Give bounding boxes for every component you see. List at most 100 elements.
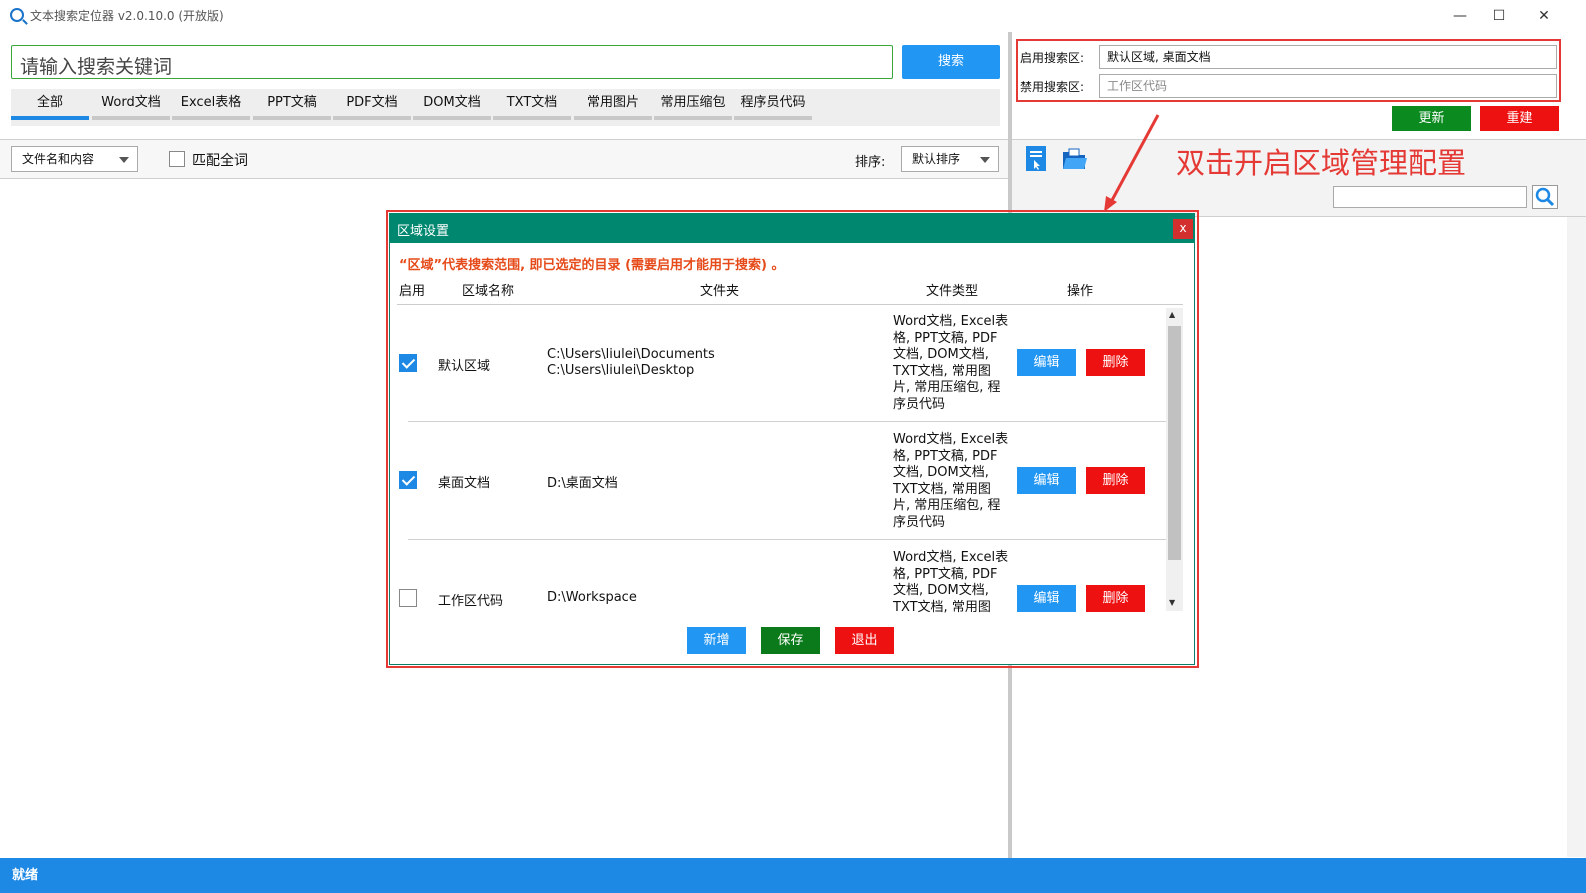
type-line: 格, PPT文稿, PDF (893, 566, 998, 582)
sort-select-value: 默认排序 (912, 152, 961, 166)
header-folder: 文件夹 (700, 284, 740, 299)
minimize-button[interactable]: — (1438, 4, 1482, 28)
search-icon (1535, 187, 1555, 207)
tab-ppt[interactable]: PPT文稿 (253, 89, 331, 126)
zone-name: 桌面文档 (438, 476, 491, 491)
tab-images[interactable]: 常用图片 (574, 89, 652, 126)
enabled-zones-field[interactable]: 默认区域, 桌面文档 (1099, 45, 1557, 69)
add-zone-button[interactable]: 新增 (687, 627, 746, 654)
rebuild-button[interactable]: 重建 (1480, 106, 1559, 131)
preview-scrollbar[interactable] (1567, 217, 1586, 857)
type-line: 文档, DOM文档, (893, 465, 989, 480)
type-line: TXT文档, 常用图 (893, 363, 991, 379)
status-text: 就绪 (12, 868, 39, 883)
scope-select-value: 文件名和内容 (22, 152, 95, 166)
zone-name: 工作区代码 (438, 594, 504, 609)
chevron-down-icon (119, 157, 129, 163)
row-enable-checkbox[interactable] (399, 471, 417, 489)
match-whole-label: 匹配全词 (192, 153, 248, 169)
title-bar (0, 0, 1586, 32)
scroll-up-icon[interactable]: ▲ (1169, 310, 1175, 319)
type-line: 文档, DOM文档, (893, 583, 989, 598)
search-button[interactable]: 搜索 (902, 45, 1000, 79)
tab-archives[interactable]: 常用压缩包 (654, 89, 732, 126)
scroll-down-icon[interactable]: ▼ (1169, 598, 1175, 607)
header-zone-name: 区域名称 (462, 284, 515, 299)
header-divider (397, 304, 1183, 305)
exit-button[interactable]: 退出 (835, 627, 894, 654)
tab-label: DOM文档 (423, 95, 481, 110)
update-button[interactable]: 更新 (1392, 106, 1471, 131)
preview-search-button[interactable] (1532, 185, 1558, 209)
type-line: TXT文档, 常用图 (893, 599, 991, 615)
delete-zone-button[interactable]: 删除 (1086, 585, 1145, 612)
type-line: 序员代码 (893, 396, 946, 412)
zone-folder: D:\Workspace (547, 590, 637, 605)
type-line: 文档, DOM文档, (893, 347, 989, 362)
zone-folder: D:\桌面文档 (547, 476, 618, 491)
type-line: Word文档, Excel表 (893, 432, 1009, 447)
save-button[interactable]: 保存 (761, 627, 820, 654)
close-button[interactable]: ✕ (1522, 4, 1566, 28)
tab-pdf[interactable]: PDF文档 (333, 89, 411, 126)
scope-select[interactable]: 文件名和内容 (11, 146, 138, 172)
type-line: 格, PPT文稿, PDF (893, 330, 998, 346)
tab-dom[interactable]: DOM文档 (413, 89, 491, 126)
tab-label: PPT文稿 (267, 95, 317, 110)
search-input[interactable]: 请输入搜索关键词 (11, 45, 893, 79)
zone-file-types: Word文档, Excel表 格, PPT文稿, PDF 文档, DOM文档, … (893, 432, 1015, 531)
delete-zone-button[interactable]: 删除 (1086, 467, 1145, 494)
chevron-down-icon (980, 157, 990, 163)
tab-label: Excel表格 (180, 95, 242, 110)
edit-zone-button[interactable]: 编辑 (1017, 585, 1076, 612)
zone-name: 默认区域 (438, 359, 491, 374)
tab-all[interactable]: 全部 (11, 89, 89, 126)
annotation-text: 双击开启区域管理配置 (1176, 146, 1467, 180)
type-line: Word文档, Excel表 (893, 550, 1009, 565)
header-file-types: 文件类型 (926, 284, 979, 299)
edit-zone-button[interactable]: 编辑 (1017, 467, 1076, 494)
tab-label: 程序员代码 (740, 95, 806, 110)
enabled-zones-label: 启用搜索区: (1020, 51, 1085, 65)
zone-file-types: Word文档, Excel表 格, PPT文稿, PDF 文档, DOM文档, … (893, 314, 1015, 413)
tab-label: 常用图片 (586, 95, 639, 110)
type-line: 片, 常用压缩包, 程 (893, 498, 1001, 513)
status-bar (0, 858, 1586, 893)
annotation-arrow (1104, 114, 1160, 212)
zone-folder: C:\Users\liulei\Documents (547, 347, 715, 362)
type-line: Word文档, Excel表 (893, 314, 1009, 329)
disabled-zones-field[interactable]: 工作区代码 (1099, 74, 1557, 98)
open-folder-icon[interactable] (1062, 147, 1088, 171)
tab-code[interactable]: 程序员代码 (734, 89, 812, 126)
scroll-thumb[interactable] (1168, 326, 1181, 560)
tab-label: TXT文档 (506, 95, 558, 110)
tab-txt[interactable]: TXT文档 (493, 89, 571, 126)
zone-file-types: Word文档, Excel表 格, PPT文稿, PDF 文档, DOM文档, … (893, 550, 1015, 616)
tab-label: PDF文档 (346, 95, 398, 110)
locate-document-icon[interactable] (1025, 145, 1047, 172)
sort-label: 排序: (855, 155, 886, 170)
sort-select[interactable]: 默认排序 (901, 146, 999, 172)
edit-zone-button[interactable]: 编辑 (1017, 349, 1076, 376)
row-enable-checkbox[interactable] (399, 589, 417, 607)
tab-label: 全部 (36, 95, 63, 110)
type-line: 格, PPT文稿, PDF (893, 448, 998, 464)
type-line: 片, 常用压缩包, 程 (893, 380, 1001, 395)
app-search-icon (10, 8, 24, 22)
preview-search-input[interactable] (1333, 186, 1527, 208)
maximize-button[interactable]: ☐ (1477, 4, 1521, 28)
tab-label: Word文档 (101, 95, 161, 110)
delete-zone-button[interactable]: 删除 (1086, 349, 1145, 376)
row-enable-checkbox[interactable] (399, 354, 417, 372)
dialog-note: “区域”代表搜索范围, 即已选定的目录 (需要启用才能用于搜索) 。 (399, 258, 785, 273)
dialog-header[interactable] (389, 213, 1195, 243)
type-line: TXT文档, 常用图 (893, 481, 991, 497)
tab-excel[interactable]: Excel表格 (172, 89, 250, 126)
header-enable: 启用 (399, 284, 426, 299)
window-title: 文本搜索定位器 v2.0.10.0 (开放版) (30, 9, 224, 23)
disabled-zones-label: 禁用搜索区: (1020, 80, 1085, 94)
type-line: 序员代码 (893, 514, 946, 530)
dialog-close-button[interactable]: x (1173, 219, 1193, 239)
tab-word[interactable]: Word文档 (92, 89, 170, 126)
match-whole-checkbox[interactable] (169, 151, 185, 167)
